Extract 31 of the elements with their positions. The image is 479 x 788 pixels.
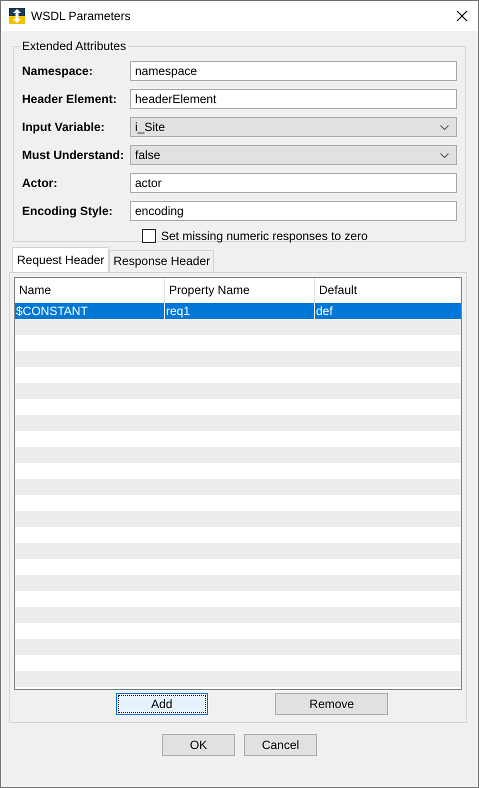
app-icon [9,8,25,24]
tab[interactable]: Request Header [12,247,110,272]
table-cell: req1 [165,303,315,319]
checkbox[interactable] [142,229,156,243]
dropdown[interactable]: false [130,145,457,165]
field-label: Namespace: [22,64,94,78]
table-cell-text: def [315,303,334,319]
close-icon[interactable] [456,10,468,22]
dialog-button[interactable]: OK [162,734,235,756]
window-title: WSDL Parameters [31,9,132,23]
field-label: Encoding Style: [22,204,114,218]
column-header[interactable]: Default [315,278,465,303]
table-cell: $CONSTANT [15,303,165,319]
group-title: Extended Attributes [20,39,128,53]
text-field[interactable]: headerElement [130,89,457,109]
text-field[interactable]: actor [130,173,457,193]
chevron-down-icon [440,152,449,158]
checkbox-label: Set missing numeric responses to zero [161,229,368,243]
table-row[interactable]: $CONSTANT req1 def [15,303,461,319]
field-label: Must Understand: [22,148,125,162]
chevron-down-icon [440,124,449,130]
field-label: Header Element: [22,92,118,106]
dropdown[interactable]: i_Site [130,117,457,137]
dialog-button[interactable]: Cancel [244,734,317,756]
table-button[interactable]: Remove [275,693,388,715]
tab[interactable]: Response Header [109,250,214,272]
field-label: Input Variable: [22,120,106,134]
text-field[interactable]: encoding [130,201,457,221]
table-button[interactable]: Add [116,693,208,715]
field-label: Actor: [22,176,58,190]
text-field[interactable]: namespace [130,61,457,81]
